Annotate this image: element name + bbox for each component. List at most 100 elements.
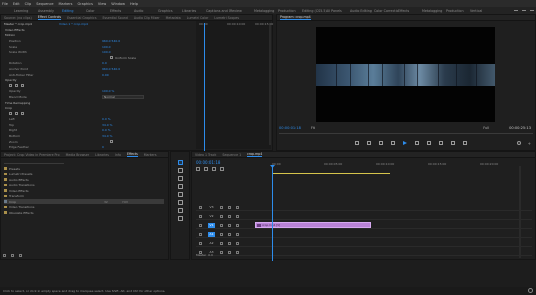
tab-effects[interactable]: Effects: [126, 152, 138, 157]
mute-icon[interactable]: [236, 206, 239, 209]
tab-metadata[interactable]: Metadata: [166, 16, 181, 20]
slip-tool-icon[interactable]: [178, 192, 183, 197]
menu-markers[interactable]: Markers: [59, 2, 73, 6]
add-marker-icon[interactable]: [212, 167, 216, 171]
track-target-a2[interactable]: A2: [208, 241, 215, 246]
workspace-tab-all-panels[interactable]: All Panels: [326, 9, 350, 13]
track-target-v2[interactable]: V2: [208, 214, 215, 219]
tab-project-crop-video-in-premiere-pro[interactable]: Project: Crop Video in Premiere Pro: [4, 153, 60, 157]
tab-video-1-track[interactable]: Video 1 Track: [195, 153, 216, 157]
minimize-icon[interactable]: [514, 10, 518, 11]
workspace-tab-editing[interactable]: Editing: [62, 9, 86, 13]
export-frame-icon[interactable]: [463, 141, 467, 145]
ec-clip-label[interactable]: Video 1 * crop.mp4: [59, 22, 88, 26]
effects-item-video-transitions[interactable]: Video Transitions: [4, 205, 164, 210]
go-to-out-icon[interactable]: [427, 141, 431, 145]
timeline-playhead[interactable]: [272, 165, 273, 261]
effect-value-bottom[interactable]: 34.0 %: [102, 134, 112, 138]
rectangle-mask-icon[interactable]: [15, 112, 18, 116]
effects-item-crop[interactable]: Crop 32 YUV: [4, 199, 164, 204]
step-forward-icon[interactable]: [415, 141, 419, 145]
track-target-a1[interactable]: A1: [208, 232, 215, 237]
tab-sequence-1[interactable]: Sequence 1: [222, 153, 241, 157]
go-to-in-icon[interactable]: [379, 141, 383, 145]
workspace-tab-captions-and-graphics[interactable]: Captions and Graphics: [206, 9, 230, 13]
work-area-bar[interactable]: [272, 173, 390, 174]
workspace-tab-assembly[interactable]: Assembly: [38, 9, 62, 13]
effects-item-audio-effects[interactable]: Audio Effects: [4, 177, 164, 182]
menu-edit[interactable]: Edit: [13, 2, 20, 6]
pen-mask-icon[interactable]: [21, 112, 24, 116]
menu-sequence[interactable]: Sequence: [36, 2, 53, 6]
pen-tool-icon[interactable]: [178, 200, 183, 205]
effects-item-presets[interactable]: Presets: [4, 166, 164, 171]
effects-item-transform[interactable]: Transform: [4, 194, 164, 199]
tab-program[interactable]: Program: crop.mp4: [280, 15, 311, 20]
tab-media-browser[interactable]: Media Browser: [66, 153, 90, 157]
tab-effect-controls[interactable]: Effect Controls: [37, 15, 62, 20]
checkbox[interactable]: [110, 140, 113, 144]
tab-crop-mp4[interactable]: crop.mp4: [247, 152, 263, 157]
delete-icon[interactable]: [19, 254, 22, 257]
checkbox[interactable]: [110, 56, 113, 60]
tab-lumetri-scopes[interactable]: Lumetri Scopes: [214, 16, 239, 20]
background-tasks-icon[interactable]: [528, 288, 533, 293]
menu-view[interactable]: View: [98, 2, 106, 6]
linked-selection-icon[interactable]: [204, 167, 208, 171]
ec-mini-timeline[interactable]: [196, 21, 271, 149]
lock-icon[interactable]: [199, 233, 202, 236]
timeline-scrollbar[interactable]: [519, 166, 521, 258]
workspace-tab-metalogging[interactable]: Metalogging: [254, 9, 278, 13]
step-back-icon[interactable]: [391, 141, 395, 145]
mute-icon[interactable]: [236, 224, 239, 227]
workspace-tab-audio[interactable]: Audio: [134, 9, 158, 13]
settings-icon[interactable]: [517, 141, 521, 145]
mute-icon[interactable]: [236, 233, 239, 236]
toggle-output-icon[interactable]: [228, 215, 231, 218]
extract-icon[interactable]: [451, 141, 455, 145]
type-tool-icon[interactable]: [178, 216, 183, 221]
timeline-timecode[interactable]: 00:00:01:18: [196, 160, 220, 165]
menu-help[interactable]: Help: [130, 2, 138, 6]
effects-item-video-effects[interactable]: Video Effects: [4, 188, 164, 193]
mute-icon[interactable]: [236, 215, 239, 218]
workspace-tab-production[interactable]: Production: [278, 9, 302, 13]
toggle-output-icon[interactable]: [228, 233, 231, 236]
blend-mode-select[interactable]: Normal: [102, 94, 144, 99]
effects-item-audio-transitions[interactable]: Audio Transitions: [4, 183, 164, 188]
zoom-select[interactable]: Fit: [311, 126, 315, 130]
effect-value-top[interactable]: 34.0 %: [102, 123, 112, 127]
timeline-settings-icon[interactable]: [220, 167, 224, 171]
sync-lock-icon[interactable]: [220, 242, 223, 245]
track-select-tool-icon[interactable]: [178, 168, 183, 173]
program-timecode[interactable]: 00:00:01:18: [279, 126, 301, 130]
new-item-icon[interactable]: [11, 254, 14, 257]
effect-value-edge-feather[interactable]: 0: [102, 145, 104, 149]
maximize-icon[interactable]: [522, 10, 526, 11]
program-scrubber[interactable]: [279, 133, 533, 137]
new-bin-icon[interactable]: [3, 254, 6, 257]
lock-icon[interactable]: [199, 242, 202, 245]
workspace-tab-vertical[interactable]: Vertical: [470, 9, 494, 13]
tab-info[interactable]: Info: [115, 153, 121, 157]
selection-tool-icon[interactable]: [178, 160, 183, 165]
workspace-tab-review[interactable]: Review: [230, 9, 254, 13]
mark-out-icon[interactable]: [367, 141, 371, 145]
ec-scrollbar[interactable]: [269, 25, 271, 145]
lift-icon[interactable]: [439, 141, 443, 145]
effect-value-anchor-point[interactable]: 960.0 540.0: [102, 67, 120, 71]
mute-icon[interactable]: [236, 251, 239, 254]
toggle-output-icon[interactable]: [228, 242, 231, 245]
toggle-output-icon[interactable]: [228, 224, 231, 227]
timeline-ruler[interactable]: 00:00 00:00:05:00 00:00:10:00 00:00:15:00 00…: [272, 162, 534, 168]
sync-lock-icon[interactable]: [220, 233, 223, 236]
tab-lumetri-color[interactable]: Lumetri Color: [187, 16, 209, 20]
effect-value-scale-width[interactable]: 100.0: [102, 50, 111, 54]
tab-source-no-clips[interactable]: Source: (no clips): [4, 16, 32, 20]
mute-icon[interactable]: [236, 242, 239, 245]
workspace-tab-libraries[interactable]: Libraries: [182, 9, 206, 13]
pen-mask-icon[interactable]: [21, 84, 24, 88]
workspace-tab-color-correction[interactable]: Color Correction: [374, 9, 398, 13]
menu-window[interactable]: Window: [111, 2, 125, 6]
ellipse-mask-icon[interactable]: [9, 84, 12, 88]
